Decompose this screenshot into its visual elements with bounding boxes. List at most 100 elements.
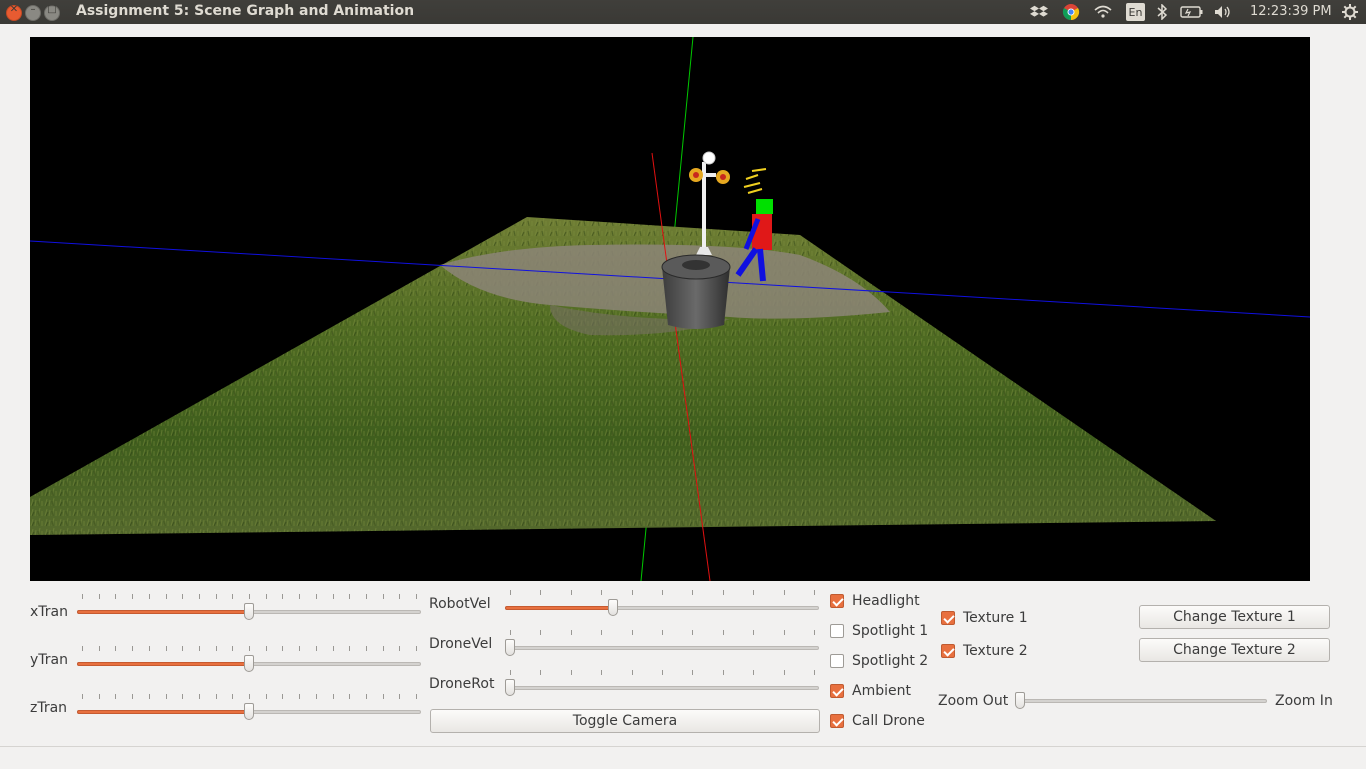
slider-tick bbox=[199, 646, 200, 651]
slider-tick bbox=[149, 694, 150, 699]
slider-tick bbox=[115, 694, 116, 699]
slider-tick bbox=[753, 590, 754, 595]
texture2-check-box[interactable] bbox=[941, 644, 955, 658]
texture2-checkbox[interactable]: Texture 2 bbox=[941, 641, 1028, 661]
slider-tick bbox=[416, 594, 417, 599]
ambient-checkbox[interactable]: Ambient bbox=[830, 681, 911, 701]
ytran-ticks bbox=[77, 646, 421, 651]
spotlight2-checkbox[interactable]: Spotlight 2 bbox=[830, 651, 928, 671]
slider-tick bbox=[266, 594, 267, 599]
slider-tick bbox=[166, 694, 167, 699]
xtran-slider[interactable] bbox=[77, 594, 421, 624]
slider-tick bbox=[416, 646, 417, 651]
dronerot-slider[interactable] bbox=[505, 670, 819, 700]
slider-tick bbox=[349, 594, 350, 599]
toggle-camera-button[interactable]: Toggle Camera bbox=[430, 709, 820, 733]
xtran-label: xTran bbox=[30, 604, 68, 620]
headlight-label: Headlight bbox=[852, 593, 920, 609]
xtran-slider-handle[interactable] bbox=[244, 603, 254, 620]
headlight-check-box[interactable] bbox=[830, 594, 844, 608]
ztran-ticks bbox=[77, 694, 421, 699]
dronerot-slider-handle[interactable] bbox=[505, 679, 515, 696]
zoom-slider[interactable] bbox=[1015, 689, 1267, 713]
texture1-label: Texture 1 bbox=[963, 610, 1028, 626]
close-window-button[interactable]: ✕ bbox=[6, 4, 22, 21]
slider-tick bbox=[182, 594, 183, 599]
robotvel-slider-handle[interactable] bbox=[608, 599, 618, 616]
slider-tick bbox=[115, 646, 116, 651]
slider-tick bbox=[753, 630, 754, 635]
keyboard-language-icon[interactable]: En bbox=[1126, 3, 1145, 21]
ytran-slider[interactable] bbox=[77, 646, 421, 676]
texture1-checkbox[interactable]: Texture 1 bbox=[941, 608, 1028, 628]
call-drone-checkbox[interactable]: Call Drone bbox=[830, 711, 925, 731]
dropbox-icon[interactable] bbox=[1030, 4, 1048, 20]
slider-tick bbox=[571, 590, 572, 595]
change-texture-1-button[interactable]: Change Texture 1 bbox=[1139, 605, 1330, 629]
spotlight2-check-box[interactable] bbox=[830, 654, 844, 668]
slider-tick bbox=[232, 646, 233, 651]
slider-tick bbox=[249, 594, 250, 599]
dronevel-slider[interactable] bbox=[505, 630, 819, 660]
slider-tick bbox=[333, 594, 334, 599]
dronevel-slider-handle[interactable] bbox=[505, 639, 515, 656]
gear-icon[interactable] bbox=[1341, 4, 1359, 20]
opengl-viewport[interactable] bbox=[30, 37, 1310, 581]
slider-tick bbox=[723, 670, 724, 675]
zoom-out-label: Zoom Out bbox=[938, 693, 1009, 709]
volume-icon[interactable] bbox=[1214, 4, 1232, 20]
slider-tick bbox=[366, 646, 367, 651]
slider-tick bbox=[149, 646, 150, 651]
minimize-window-button[interactable]: – bbox=[25, 4, 41, 21]
slider-tick bbox=[349, 694, 350, 699]
chrome-icon[interactable] bbox=[1062, 4, 1080, 21]
slider-tick bbox=[166, 594, 167, 599]
slider-tick bbox=[316, 646, 317, 651]
slider-tick bbox=[383, 594, 384, 599]
spotlight1-checkbox[interactable]: Spotlight 1 bbox=[830, 621, 928, 641]
slider-tick bbox=[99, 594, 100, 599]
slider-tick bbox=[333, 694, 334, 699]
ambient-check-box[interactable] bbox=[830, 684, 844, 698]
spotlight1-check-box[interactable] bbox=[830, 624, 844, 638]
ztran-slider[interactable] bbox=[77, 694, 421, 724]
slider-tick bbox=[199, 594, 200, 599]
robotvel-slider[interactable] bbox=[505, 590, 819, 620]
slider-tick bbox=[115, 594, 116, 599]
zoom-slider-handle[interactable] bbox=[1015, 692, 1025, 709]
slider-tick bbox=[266, 646, 267, 651]
ambient-label: Ambient bbox=[852, 683, 911, 699]
ytran-label: yTran bbox=[30, 652, 68, 668]
slider-tick bbox=[571, 670, 572, 675]
bluetooth-icon[interactable] bbox=[1153, 4, 1171, 20]
spotlight1-label: Spotlight 1 bbox=[852, 623, 929, 639]
maximize-icon: □ bbox=[47, 4, 57, 15]
slider-tick bbox=[814, 670, 815, 675]
texture1-check-box[interactable] bbox=[941, 611, 955, 625]
ytran-slider-handle[interactable] bbox=[244, 655, 254, 672]
slider-tick bbox=[132, 694, 133, 699]
slider-tick bbox=[632, 630, 633, 635]
change-texture-2-button[interactable]: Change Texture 2 bbox=[1139, 638, 1330, 662]
slider-tick bbox=[753, 670, 754, 675]
slider-tick bbox=[510, 590, 511, 595]
call-drone-label: Call Drone bbox=[852, 713, 925, 729]
clock[interactable]: 12:23:39 PM bbox=[1250, 4, 1332, 19]
slider-tick bbox=[416, 694, 417, 699]
call-drone-check-box[interactable] bbox=[830, 714, 844, 728]
slider-tick bbox=[132, 594, 133, 599]
ztran-slider-handle[interactable] bbox=[244, 703, 254, 720]
slider-tick bbox=[99, 694, 100, 699]
slider-tick bbox=[510, 630, 511, 635]
maximize-window-button[interactable]: □ bbox=[44, 4, 60, 21]
slider-tick bbox=[333, 646, 334, 651]
scene-render bbox=[30, 37, 1310, 581]
texture2-label: Texture 2 bbox=[963, 643, 1028, 659]
battery-icon[interactable] bbox=[1180, 4, 1204, 20]
slider-tick bbox=[249, 694, 250, 699]
spotlight2-label: Spotlight 2 bbox=[852, 653, 929, 669]
wifi-icon[interactable] bbox=[1094, 4, 1112, 20]
slider-tick bbox=[510, 670, 511, 675]
slider-tick bbox=[299, 646, 300, 651]
headlight-checkbox[interactable]: Headlight bbox=[830, 591, 920, 611]
